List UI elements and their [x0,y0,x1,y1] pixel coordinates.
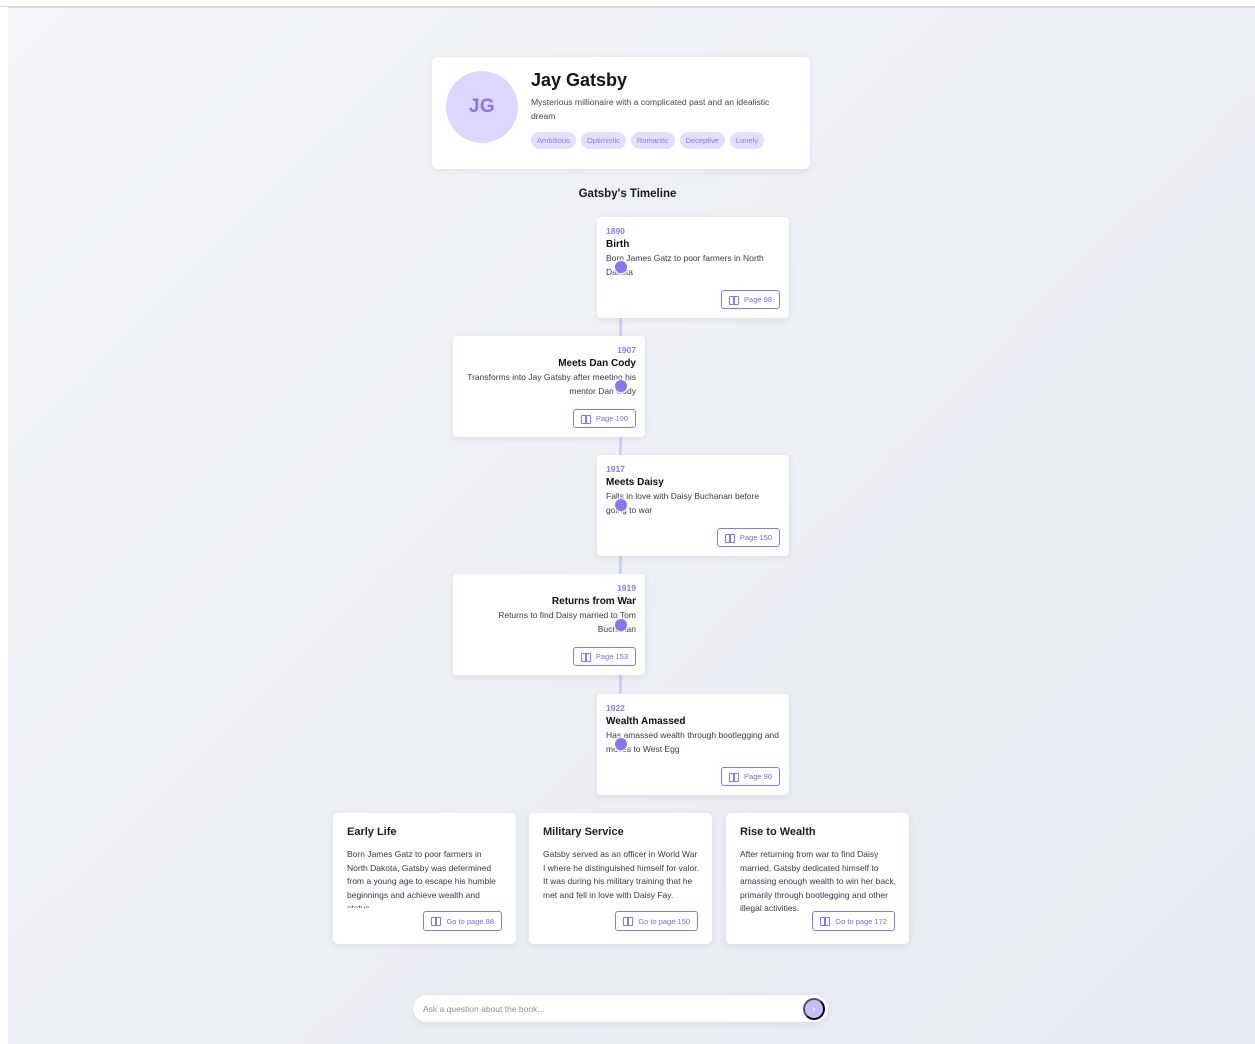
character-description: Mysterious millionaire with a complicate… [531,97,770,121]
page-button-label: Page 90 [744,772,772,781]
event-description: Has amassed wealth through bootlegging a… [606,730,779,754]
event-year: 1907 [617,345,636,355]
go-to-page-label: Go to page 98 [446,916,494,926]
card-text: Gatsby served as an officer in World War… [543,849,699,900]
card-title: Military Service [543,826,624,838]
timeline-dot [615,499,627,511]
go-to-page-label: Go to page 172 [835,916,887,926]
event-year: 1917 [606,464,625,474]
ask-bar: › [413,995,828,1022]
trait-tag: Romantic [630,132,675,149]
page-button[interactable]: Page 150 [716,528,780,547]
trait-tag: Optimistic [580,132,626,149]
event-title: Meets Dan Cody [558,358,636,369]
book-icon [820,917,831,926]
card-title: Rise to Wealth [740,826,816,838]
page-button[interactable]: Page 90 [721,767,780,786]
event-description: Returns to find Daisy married to Tom Buc… [498,610,636,634]
trait-tag: Ambitious [531,132,576,149]
send-arrow-icon[interactable]: › [803,998,825,1020]
card-title: Early Life [347,826,397,838]
page-button-label: Page 153 [595,652,628,661]
go-to-page-button[interactable]: Go to page 98 [423,911,502,931]
event-title: Birth [606,239,630,250]
timeline-dot [615,261,627,273]
page-button-label: Page 150 [739,533,772,542]
page-button[interactable]: Page 98 [721,290,780,309]
event-title: Wealth Amassed [606,716,686,727]
book-icon [729,772,740,782]
character-name: Jay Gatsby [531,70,628,90]
trait-tags: Ambitious Optimistic Romantic Deceptive … [531,132,765,149]
book-icon [580,414,591,424]
summary-card-rise-to-wealth: Rise to Wealth After returning from war … [726,813,909,944]
page-button-label: Page 100 [595,414,628,423]
event-year: 1919 [617,583,636,593]
go-to-page-button[interactable]: Go to page 150 [615,911,698,931]
timeline-dot [615,380,627,392]
event-year: 1890 [606,226,625,236]
page-button[interactable]: Page 153 [572,647,636,666]
event-description: Born James Gatz to poor farmers in North… [606,253,764,277]
event-title: Meets Daisy [606,477,664,488]
timeline-title: Gatsby's Timeline [578,188,677,200]
avatar: JG [446,71,518,143]
summary-card-early-life: Early Life Born James Gatz to poor farme… [333,813,516,944]
book-icon [431,917,442,926]
timeline-dot [615,738,627,750]
event-description: Falls in love with Daisy Buchanan before… [606,491,760,515]
summary-card-military-service: Military Service Gatsby served as an off… [529,813,712,944]
trait-tag: Lonely [729,132,765,149]
event-description: Transforms into Jay Gatsby after meeting… [467,372,636,396]
trait-tag: Deceptive [679,132,725,149]
card-text: Born James Gatz to poor farmers in North… [347,849,496,908]
character-profile-card: JG Jay Gatsby Mysterious millionaire wit… [432,57,810,169]
book-icon [580,652,591,662]
go-to-page-label: Go to page 150 [638,916,690,926]
page-button-label: Page 98 [744,295,772,304]
book-icon [729,295,740,305]
event-title: Returns from War [551,596,636,607]
page-button[interactable]: Page 100 [572,409,636,428]
book-icon [724,533,735,543]
timeline-dot [615,619,627,631]
event-year: 1922 [606,703,625,713]
book-icon [623,917,634,926]
ask-input[interactable] [423,1000,793,1017]
go-to-page-button[interactable]: Go to page 172 [812,911,895,931]
